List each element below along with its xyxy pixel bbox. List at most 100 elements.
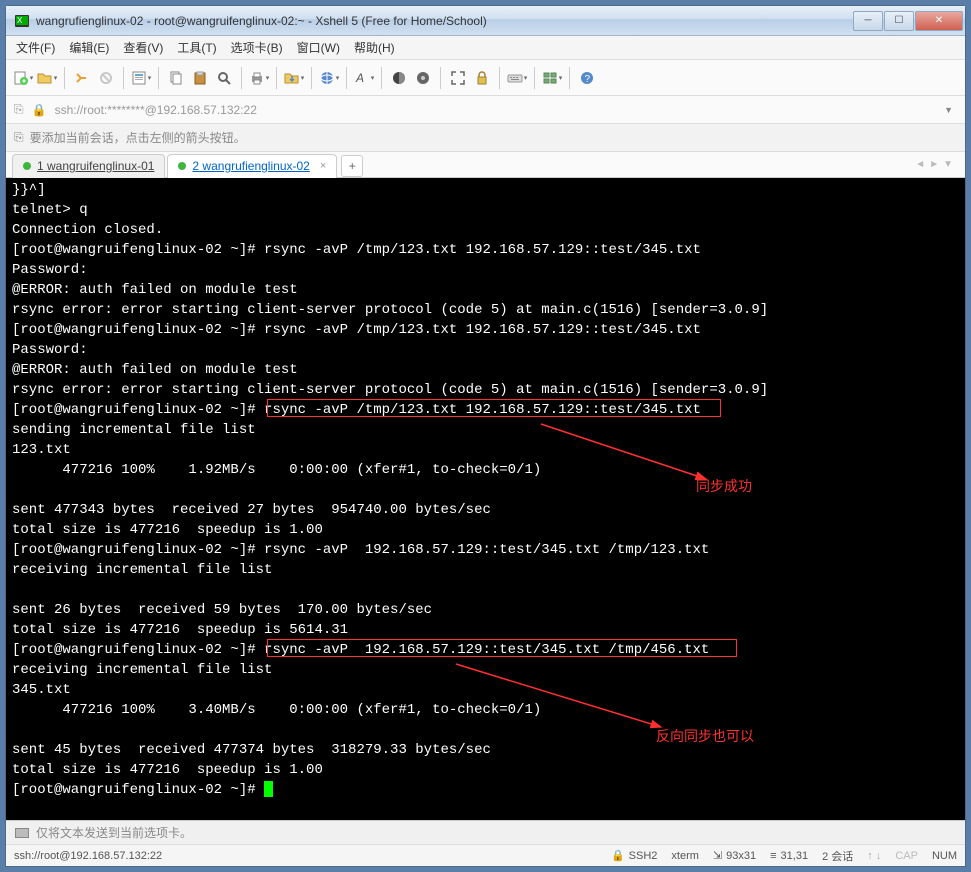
transfer-button[interactable] — [283, 67, 305, 89]
tab-close-icon[interactable]: × — [320, 160, 326, 172]
tip-text: 要添加当前会话，点击左侧的箭头按钮。 — [30, 129, 246, 146]
status-conn: ssh://root@192.168.57.132:22 — [14, 850, 162, 862]
terminal-line: [root@wangruifenglinux-02 ~]# rsync -avP… — [12, 320, 959, 340]
terminal-line: sent 26 bytes received 59 bytes 170.00 b… — [12, 600, 959, 620]
bookmark-add-icon[interactable]: ⎘ — [14, 130, 24, 145]
terminal-line: Password: — [12, 340, 959, 360]
terminal-line: @ERROR: auth failed on module test — [12, 360, 959, 380]
app-window: X wangrufienglinux-02 - root@wangruifeng… — [5, 5, 966, 867]
terminal-line: [root@wangruifenglinux-02 ~]# rsync -avP… — [12, 400, 959, 420]
menu-edit[interactable]: 编辑(E) — [69, 39, 109, 56]
disconnect-button[interactable] — [95, 67, 117, 89]
svg-text:X: X — [17, 16, 23, 25]
globe-button[interactable] — [318, 67, 340, 89]
menubar: 文件(F) 编辑(E) 查看(V) 工具(T) 选项卡(B) 窗口(W) 帮助(… — [6, 36, 965, 60]
print-button[interactable] — [248, 67, 270, 89]
menu-window[interactable]: 窗口(W) — [297, 39, 340, 56]
tab-bar: 1 wangruifenglinux-01 2 wangrufienglinux… — [6, 152, 965, 178]
keyboard-button[interactable] — [506, 67, 528, 89]
new-session-button[interactable] — [12, 67, 34, 89]
terminal-line: receiving incremental file list — [12, 560, 959, 580]
fullscreen-button[interactable] — [447, 67, 469, 89]
reconnect-button[interactable] — [71, 67, 93, 89]
find-button[interactable] — [213, 67, 235, 89]
copy-button[interactable] — [165, 67, 187, 89]
terminal-line: rsync error: error starting client-serve… — [12, 300, 959, 320]
addr-add-icon[interactable]: ⎘ — [14, 102, 24, 117]
terminal-line: 477216 100% 1.92MB/s 0:00:00 (xfer#1, to… — [12, 460, 959, 480]
font-button[interactable]: A — [353, 67, 375, 89]
new-tab-button[interactable]: + — [341, 155, 363, 177]
compose-text: 仅将文本发送到当前选项卡。 — [36, 824, 192, 841]
terminal-line: }}^] — [12, 180, 959, 200]
address-text[interactable]: ssh://root:********@192.168.57.132:22 — [55, 103, 937, 117]
terminal-line: total size is 477216 speedup is 1.00 — [12, 520, 959, 540]
svg-text:A: A — [355, 71, 364, 85]
terminal-line: sending incremental file list — [12, 420, 959, 440]
close-button[interactable]: ✕ — [915, 11, 963, 31]
titlebar[interactable]: X wangrufienglinux-02 - root@wangruifeng… — [6, 6, 965, 36]
menu-view[interactable]: 查看(V) — [123, 39, 163, 56]
help-button[interactable]: ? — [576, 67, 598, 89]
session-tab-2[interactable]: 2 wangrufienglinux-02 × — [167, 154, 337, 178]
svg-text:?: ? — [585, 74, 591, 85]
lock-button[interactable] — [471, 67, 493, 89]
menu-tools[interactable]: 工具(T) — [177, 39, 216, 56]
color-scheme-2-button[interactable] — [412, 67, 434, 89]
terminal-line: telnet> q — [12, 200, 959, 220]
address-dropdown-icon[interactable]: ▼ — [944, 105, 957, 115]
menu-file[interactable]: 文件(F) — [16, 39, 55, 56]
terminal-line: [root@wangruifenglinux-02 ~]# rsync -avP… — [12, 240, 959, 260]
terminal-line: Connection closed. — [12, 220, 959, 240]
tab-prev-icon[interactable]: ◄ — [915, 159, 925, 170]
status-dot-icon — [178, 162, 186, 170]
paste-button[interactable] — [189, 67, 211, 89]
terminal-line: total size is 477216 speedup is 5614.31 — [12, 620, 959, 640]
status-size: ⇲ 93x31 — [713, 849, 756, 862]
terminal-line: Password: — [12, 260, 959, 280]
tip-bar: ⎘ 要添加当前会话，点击左侧的箭头按钮。 — [6, 124, 965, 152]
terminal-line: 345.txt — [12, 680, 959, 700]
terminal-line: 477216 100% 3.40MB/s 0:00:00 (xfer#1, to… — [12, 700, 959, 720]
terminal-line: [root@wangruifenglinux-02 ~]# rsync -avP… — [12, 540, 959, 560]
status-bar: ssh://root@192.168.57.132:22 🔒SSH2 xterm… — [6, 844, 965, 866]
status-updown-icon: ↑ ↓ — [867, 850, 881, 862]
terminal-line: [root@wangruifenglinux-02 ~]# — [12, 780, 959, 800]
menu-help[interactable]: 帮助(H) — [354, 39, 395, 56]
maximize-button[interactable]: ☐ — [884, 11, 914, 31]
window-title: wangrufienglinux-02 - root@wangruifengli… — [36, 14, 853, 28]
minimize-button[interactable]: ─ — [853, 11, 883, 31]
tab-next-icon[interactable]: ► — [929, 159, 939, 170]
terminal-line: total size is 477216 speedup is 1.00 — [12, 760, 959, 780]
status-pos: ≡ 31,31 — [770, 850, 808, 862]
terminal[interactable]: }}^]telnet> qConnection closed.[root@wan… — [6, 178, 965, 820]
terminal-line: sent 477343 bytes received 27 bytes 9547… — [12, 500, 959, 520]
cursor — [264, 781, 273, 797]
tab-label: 1 wangruifenglinux-01 — [37, 159, 154, 173]
session-tab-1[interactable]: 1 wangruifenglinux-01 — [12, 154, 165, 178]
color-scheme-1-button[interactable] — [388, 67, 410, 89]
layout-button[interactable] — [541, 67, 563, 89]
terminal-line: sent 45 bytes received 477374 bytes 3182… — [12, 740, 959, 760]
terminal-line: receiving incremental file list — [12, 660, 959, 680]
toolbar: A ? — [6, 60, 965, 96]
status-sessions: 2 会话 — [822, 848, 853, 864]
open-button[interactable] — [36, 67, 58, 89]
terminal-line: rsync error: error starting client-serve… — [12, 380, 959, 400]
compose-icon[interactable] — [14, 825, 30, 841]
lock-icon: 🔒 — [32, 103, 47, 117]
tab-list-icon[interactable]: ▼ — [943, 159, 953, 170]
status-num: NUM — [932, 850, 957, 862]
status-cap: CAP — [895, 850, 918, 862]
properties-button[interactable] — [130, 67, 152, 89]
status-ssh: 🔒SSH2 — [611, 849, 657, 862]
menu-optionstab[interactable]: 选项卡(B) — [231, 39, 283, 56]
status-term: xterm — [671, 850, 699, 862]
address-bar: ⎘ 🔒 ssh://root:********@192.168.57.132:2… — [6, 96, 965, 124]
terminal-line — [12, 720, 959, 740]
terminal-line: @ERROR: auth failed on module test — [12, 280, 959, 300]
compose-bar: 仅将文本发送到当前选项卡。 — [6, 820, 965, 844]
terminal-line — [12, 480, 959, 500]
status-dot-icon — [23, 162, 31, 170]
tab-nav: ◄ ► ▼ — [915, 159, 959, 170]
